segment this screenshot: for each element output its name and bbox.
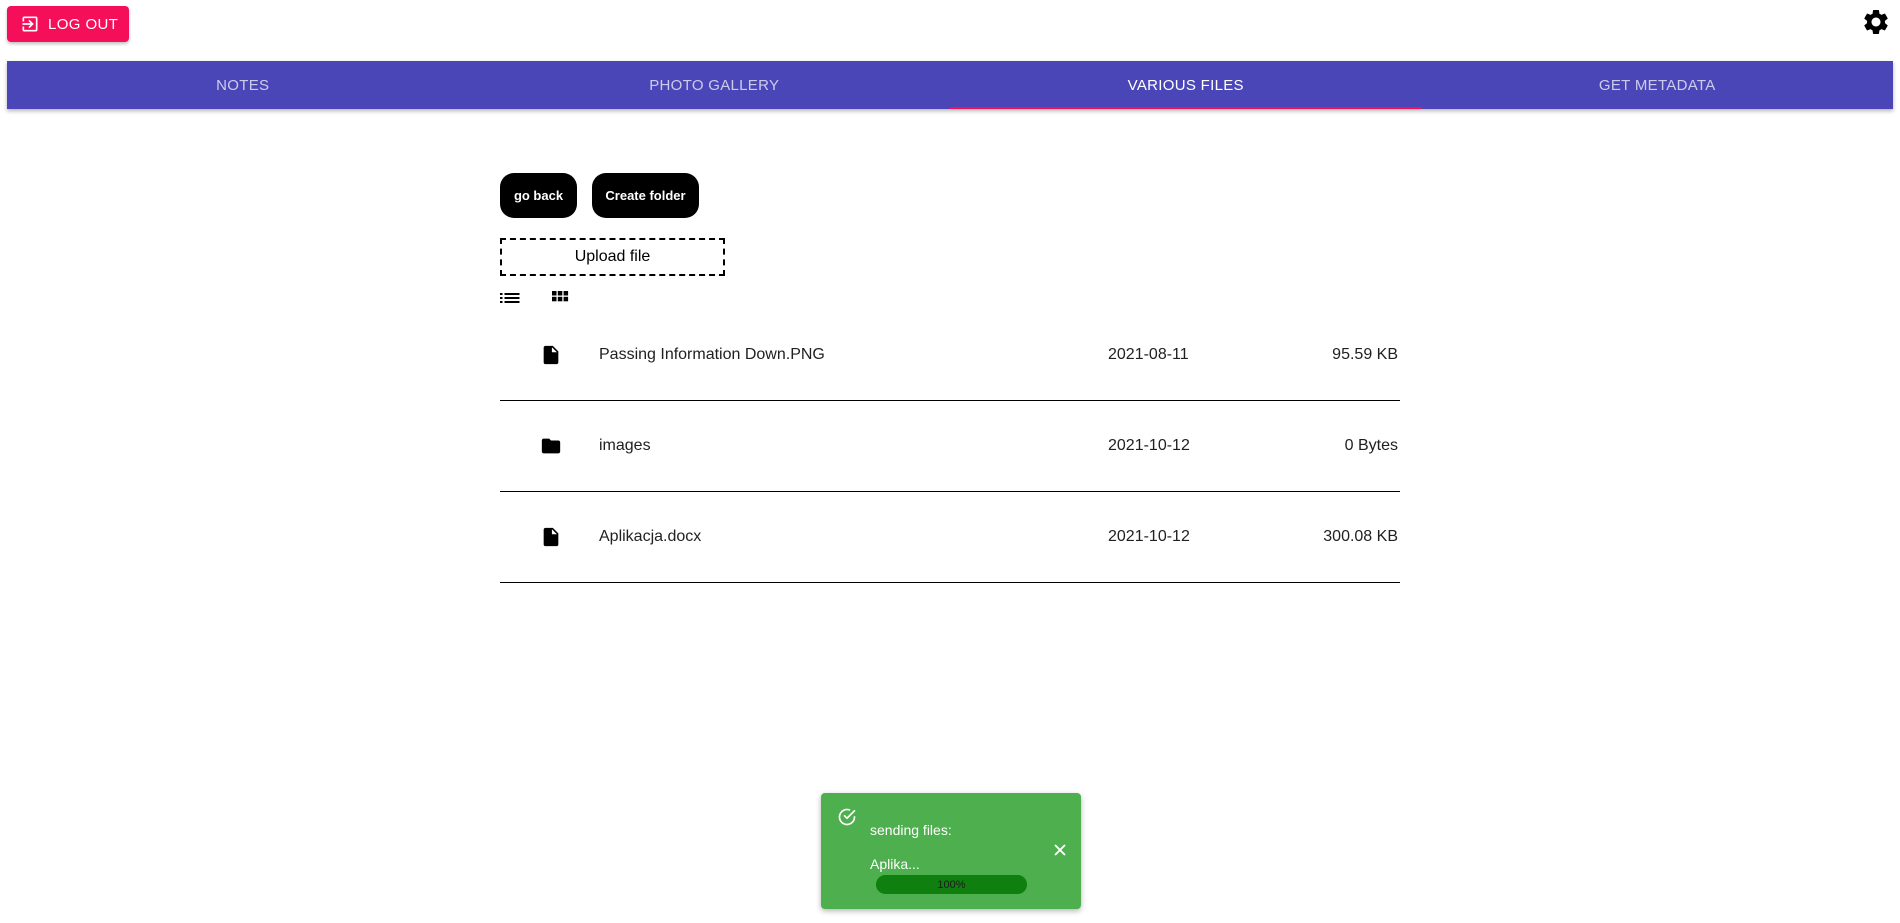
file-name: Passing Information Down.PNG: [599, 346, 825, 363]
file-date: 2021-10-12: [1108, 528, 1190, 545]
file-icon: [500, 526, 599, 548]
list-view-icon[interactable]: [500, 290, 520, 306]
tab-get-metadata[interactable]: GET METADATA: [1422, 61, 1894, 109]
folder-row[interactable]: images 2021-10-12 0 Bytes: [500, 401, 1400, 492]
close-icon[interactable]: [1052, 842, 1068, 858]
toast-file-name: Aplika...: [870, 856, 920, 872]
file-name: Aplikacja.docx: [599, 528, 702, 545]
logout-label: LOG OUT: [48, 15, 119, 33]
upload-file-dropzone[interactable]: Upload file: [500, 238, 725, 276]
logout-button[interactable]: LOG OUT: [7, 6, 129, 42]
folder-icon: [500, 435, 599, 457]
view-toggle: [500, 288, 1400, 308]
file-row[interactable]: Passing Information Down.PNG 2021-08-11 …: [500, 310, 1400, 401]
file-row[interactable]: Aplikacja.docx 2021-10-12 300.08 KB: [500, 492, 1400, 583]
gear-icon[interactable]: [1861, 7, 1891, 37]
upload-toast: sending files: Aplika... 100%: [821, 793, 1081, 909]
grid-view-icon[interactable]: [551, 289, 569, 307]
file-date: 2021-10-12: [1108, 437, 1190, 454]
create-folder-button[interactable]: Create folder: [592, 173, 699, 218]
go-back-button[interactable]: go back: [500, 173, 577, 218]
file-name: images: [599, 437, 651, 454]
tab-photo-gallery[interactable]: PHOTO GALLERY: [479, 61, 951, 109]
file-icon: [500, 344, 599, 366]
tab-notes[interactable]: NOTES: [7, 61, 479, 109]
check-circle-icon: [837, 807, 857, 827]
logout-icon: [20, 14, 40, 34]
progress-label: 100%: [937, 878, 966, 891]
file-list: Passing Information Down.PNG 2021-08-11 …: [500, 310, 1400, 583]
tab-bar: NOTES PHOTO GALLERY VARIOUS FILES GET ME…: [7, 61, 1893, 109]
file-size: 95.59 KB: [1332, 346, 1398, 363]
tab-various-files[interactable]: VARIOUS FILES: [950, 61, 1422, 109]
file-browser: go back Create folder Upload file Passin…: [500, 173, 1400, 583]
upload-progress-bar: 100%: [876, 875, 1027, 894]
toast-title: sending files:: [870, 822, 952, 838]
file-date: 2021-08-11: [1108, 346, 1189, 363]
file-size: 0 Bytes: [1344, 437, 1398, 454]
action-buttons: go back Create folder: [500, 173, 1400, 218]
file-size: 300.08 KB: [1323, 528, 1398, 545]
